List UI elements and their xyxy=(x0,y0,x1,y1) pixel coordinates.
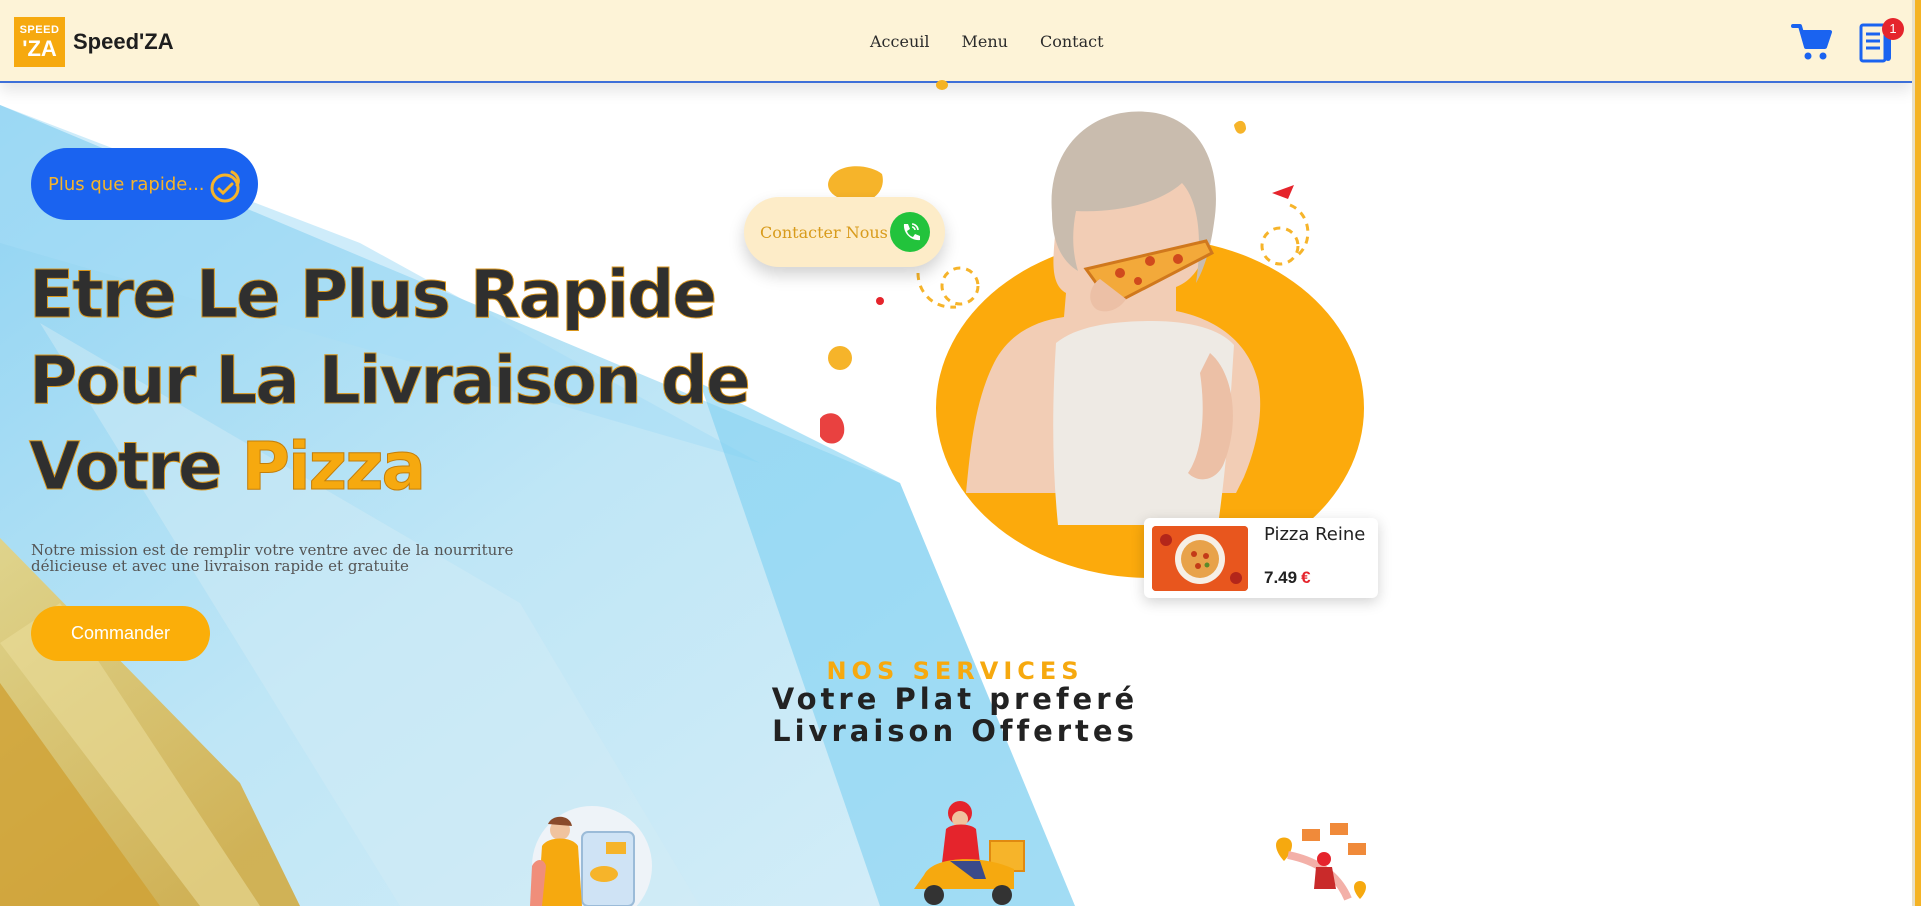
mission-text: Notre mission est de remplir votre ventr… xyxy=(31,541,514,575)
product-price: 7.49 € xyxy=(1264,568,1311,587)
cart-icon[interactable] xyxy=(1790,20,1834,64)
order-online-illustration xyxy=(530,806,652,906)
services-title: Votre Plat preferé Livraison Offertes xyxy=(0,683,1910,747)
nav-item-menu[interactable]: Menu xyxy=(961,32,1007,51)
tagline-text: Plus que rapide... xyxy=(48,173,205,195)
tagline-pill: Plus que rapide... xyxy=(31,148,258,220)
headline-line-2: Pour La Livraison de xyxy=(29,342,752,420)
delivery-scooter-illustration xyxy=(914,801,1025,905)
brand-name[interactable]: Speed'ZA xyxy=(73,29,174,55)
header: SPEED 'ZA Speed'ZA Acceuil Menu Contact xyxy=(0,0,1912,83)
contact-button[interactable]: Contacter Nous xyxy=(744,197,945,267)
nav-item-contact[interactable]: Contact xyxy=(1040,32,1104,51)
order-button[interactable]: Commander xyxy=(31,606,210,661)
nav-item-acceuil[interactable]: Acceuil xyxy=(870,32,929,51)
services-kicker: NOS SERVICES xyxy=(826,657,1084,685)
scrollbar[interactable] xyxy=(1912,0,1921,906)
headline-line-3: Votre xyxy=(29,428,242,506)
free-delivery-illustration xyxy=(1276,823,1366,901)
product-name: Pizza Reine xyxy=(1264,524,1366,545)
phone-icon xyxy=(890,212,930,252)
cart-count-badge: 1 xyxy=(1882,18,1904,40)
services-title-line-2: Livraison Offertes xyxy=(772,714,1138,748)
featured-product-card[interactable]: Pizza Reine 7.49 € xyxy=(1144,518,1378,598)
timer-icon xyxy=(210,170,240,203)
hero-headline: Etre Le Plus Rapide Pour La Livraison de… xyxy=(28,252,752,510)
logo-icon[interactable]: SPEED 'ZA xyxy=(14,17,65,67)
services-title-line-1: Votre Plat preferé xyxy=(771,682,1139,716)
pizza-image xyxy=(1152,526,1248,591)
product-currency: € xyxy=(1301,568,1311,587)
nav-active-indicator xyxy=(936,80,948,90)
headline-accent: Pizza xyxy=(241,428,426,506)
main-nav: Acceuil Menu Contact xyxy=(870,32,1104,51)
headline-line-1: Etre Le Plus Rapide xyxy=(28,256,717,334)
contact-label: Contacter Nous xyxy=(760,222,888,242)
